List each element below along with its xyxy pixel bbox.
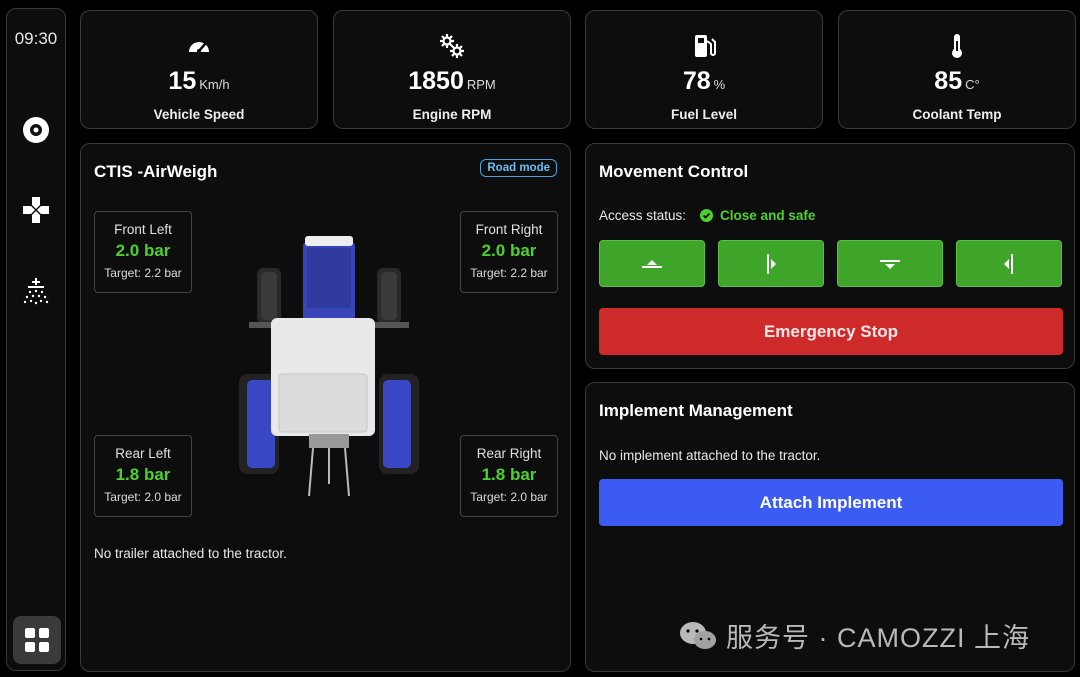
tire-name: Rear Right — [476, 446, 542, 461]
move-up-icon — [642, 259, 662, 268]
stat-label: Coolant Temp — [912, 107, 1002, 122]
gears-icon — [439, 33, 465, 59]
gamepad-icon[interactable] — [19, 193, 53, 227]
stat-unit: C° — [965, 77, 980, 92]
tire-pressure: 2.0 bar — [115, 241, 171, 260]
stat-value: 85 — [934, 67, 963, 95]
watermark: 服务号 · CAMOZZI 上海 — [678, 616, 1030, 655]
tire-icon[interactable] — [19, 113, 53, 147]
tire-target: Target: 2.0 bar — [104, 490, 182, 504]
implement-title: Implement Management — [599, 401, 793, 420]
stat-vehicle-speed: 15 Km/h Vehicle Speed — [80, 10, 318, 129]
tire-target: Target: 2.2 bar — [104, 266, 182, 280]
stat-label: Fuel Level — [670, 107, 738, 122]
stat-engine-rpm: 1850 RPM Engine RPM — [333, 10, 571, 129]
wechat-icon — [680, 621, 716, 649]
move-up-button[interactable] — [599, 240, 705, 287]
access-label: Access status: — [599, 208, 687, 223]
watermark-text: 服务号 · CAMOZZI 上海 — [726, 623, 1030, 653]
tire-front-right[interactable]: Front Right 2.0 bar Target: 2.2 bar — [460, 211, 558, 293]
stat-value: 15 — [168, 67, 197, 95]
tire-name: Front Left — [114, 222, 172, 237]
stat-coolant-temp: 85 C° Coolant Temp — [838, 10, 1076, 129]
trailer-status-text: No trailer attached to the tractor. — [94, 546, 287, 561]
implement-status-text: No implement attached to the tractor. — [599, 448, 821, 463]
tire-target: Target: 2.2 bar — [470, 266, 548, 280]
check-circle-icon — [700, 209, 714, 222]
move-right-icon — [767, 253, 776, 274]
move-down-icon — [880, 259, 900, 269]
apps-button[interactable] — [13, 616, 61, 664]
ctis-title: CTIS -AirWeigh — [94, 162, 218, 181]
move-right-button[interactable] — [718, 240, 824, 287]
sidebar: 09:30 — [6, 8, 66, 671]
stat-label: Engine RPM — [412, 107, 492, 122]
move-down-button[interactable] — [837, 240, 943, 287]
sprayer-icon[interactable] — [19, 275, 53, 309]
move-left-icon — [1004, 253, 1013, 274]
tire-rear-left[interactable]: Rear Left 1.8 bar Target: 2.0 bar — [94, 435, 192, 517]
movement-control-panel: Movement Control Access status: Close an… — [585, 143, 1075, 369]
movement-title: Movement Control — [599, 162, 749, 181]
thermometer-icon — [944, 33, 970, 59]
stat-label: Vehicle Speed — [153, 107, 245, 122]
stat-value: 1850 — [408, 67, 464, 95]
stat-fuel-level: 78% Fuel Level — [585, 10, 823, 129]
tire-rear-right[interactable]: Rear Right 1.8 bar Target: 2.0 bar — [460, 435, 558, 517]
move-left-button[interactable] — [956, 240, 1062, 287]
stat-unit: Km/h — [199, 77, 230, 92]
road-mode-badge[interactable]: Road mode — [480, 159, 557, 177]
tire-front-left[interactable]: Front Left 2.0 bar Target: 2.2 bar — [94, 211, 192, 293]
speedometer-icon — [186, 33, 212, 59]
tire-pressure: 1.8 bar — [115, 465, 171, 484]
access-status: Access status: Close and safe — [599, 208, 815, 223]
tire-name: Rear Left — [115, 446, 171, 461]
apps-grid-icon — [25, 628, 49, 652]
stat-unit: % — [713, 77, 726, 92]
tire-target: Target: 2.0 bar — [470, 490, 548, 504]
access-value: Close and safe — [720, 208, 816, 223]
fuel-pump-icon — [691, 33, 717, 59]
attach-implement-button[interactable]: Attach Implement — [599, 479, 1063, 526]
emergency-stop-button[interactable]: Emergency Stop — [599, 308, 1063, 355]
tractor-top-view-image — [239, 236, 419, 497]
stat-value: 78 — [682, 67, 711, 95]
tire-pressure: 2.0 bar — [481, 241, 537, 260]
tire-name: Front Right — [475, 222, 543, 237]
clock: 09:30 — [14, 29, 58, 48]
ctis-panel: CTIS -AirWeigh Road mode Front Left 2.0 … — [80, 143, 571, 672]
tire-pressure: 1.8 bar — [481, 465, 537, 484]
stat-unit: RPM — [466, 77, 496, 92]
